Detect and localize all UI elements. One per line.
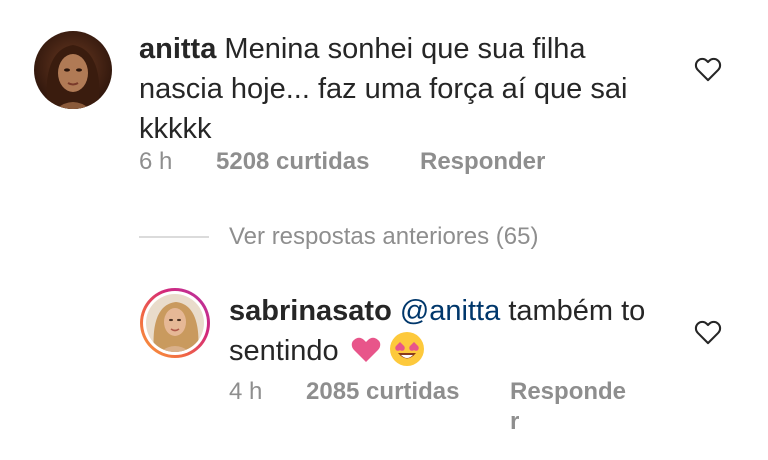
- reply-reply-button[interactable]: Responde r: [510, 377, 626, 437]
- comment-reply-button[interactable]: Responder: [420, 147, 545, 177]
- comment-likes[interactable]: 5208 curtidas: [216, 147, 369, 177]
- avatar-photo: [146, 294, 204, 352]
- reply-time: 4 h: [229, 378, 263, 405]
- reply-reply-label-line1: Responde: [510, 378, 627, 405]
- reply-username[interactable]: sabrinasato: [229, 295, 392, 327]
- story-ring[interactable]: [140, 288, 210, 358]
- comment-likes-label: 5208 curtidas: [216, 148, 370, 175]
- avatar-photo: [34, 31, 112, 109]
- heart-eyes-emoji: [389, 332, 424, 366]
- comment-username[interactable]: anitta: [139, 33, 216, 65]
- reply-body: sabrinasato @anitta também to sentindo: [229, 291, 649, 371]
- pink-heart-emoji: [351, 337, 380, 362]
- comment-time: 6 h: [139, 148, 173, 175]
- heart-outline-icon[interactable]: [694, 319, 722, 345]
- comment-reply-label: Responder: [420, 148, 546, 175]
- view-previous-replies[interactable]: Ver respostas anteriores (65): [229, 222, 538, 252]
- reply-likes-label: 2085 curtidas: [306, 378, 460, 405]
- avatar[interactable]: [34, 31, 112, 109]
- reply-mention[interactable]: @anitta: [400, 295, 500, 327]
- comment-body: anitta Menina sonhei que sua filha nasci…: [139, 29, 639, 149]
- replies-divider: [139, 236, 209, 238]
- reply-reply-label-line2: r: [510, 408, 520, 435]
- heart-outline-icon[interactable]: [694, 56, 722, 82]
- avatar: [146, 294, 204, 352]
- comment-thread: anitta Menina sonhei que sua filha nasci…: [0, 0, 768, 460]
- reply-likes[interactable]: 2085 curtidas: [306, 377, 459, 407]
